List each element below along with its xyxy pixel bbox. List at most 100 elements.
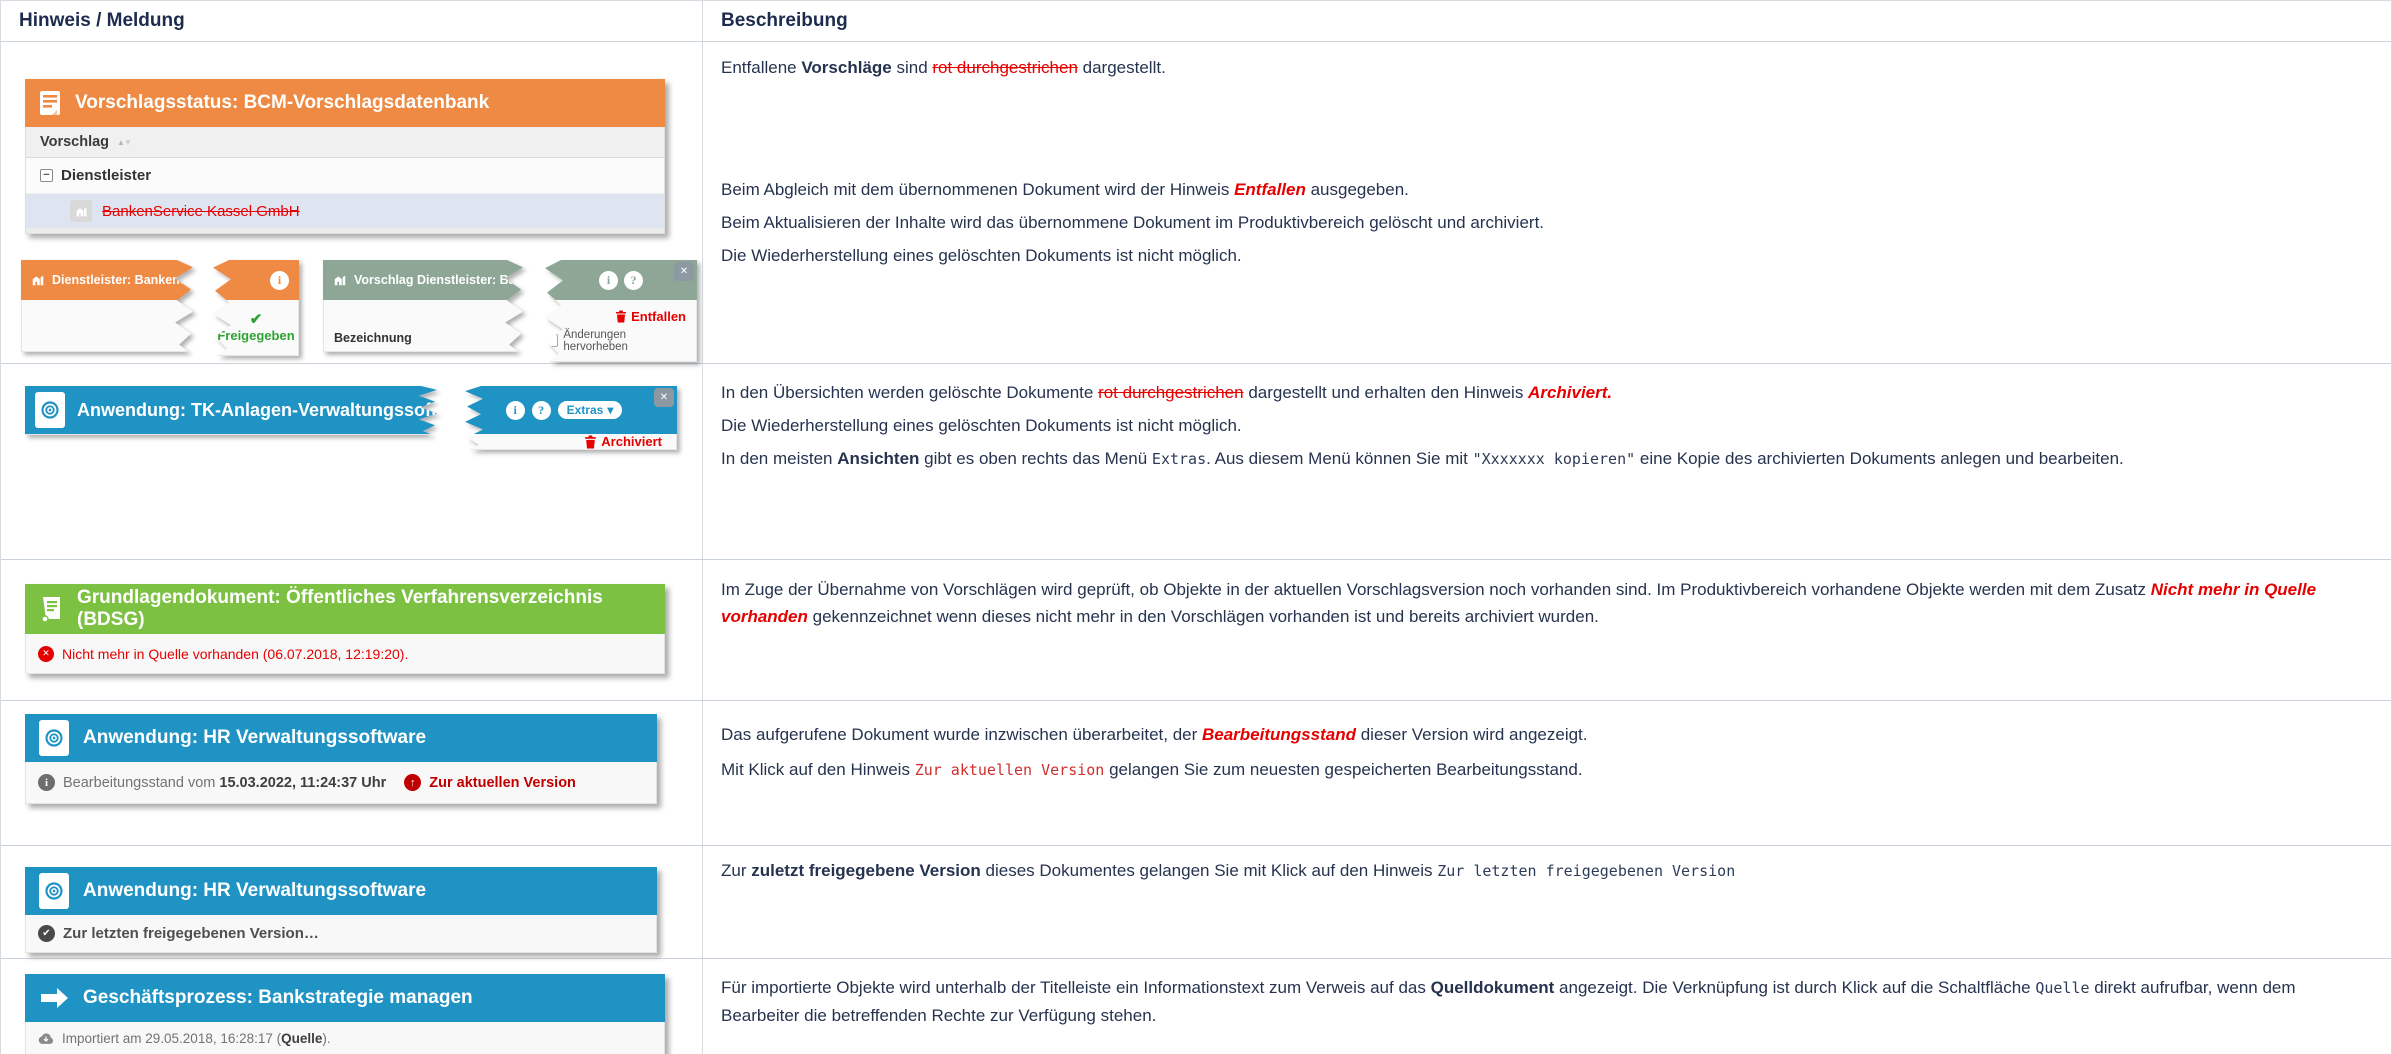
description-paragraph: Zur zuletzt freigegebene Version dieses … [721,861,1736,880]
description-paragraph: Beim Abgleich mit dem übernommenen Dokum… [721,180,1409,199]
grundlagendokument-panel: Grundlagendokument: Öffentliches Verfahr… [25,584,665,674]
check-icon: ✔ [249,311,263,328]
description-paragraph: Im Zuge der Übernahme von Vorschlägen wi… [721,580,2317,626]
process-arrow-icon [39,987,69,1009]
card-body: Entfallen Änderungen hervorheben [545,300,697,362]
tree-item-label: BankenService Kassel GmbH [102,202,300,220]
info-icon[interactable]: i [599,270,618,290]
hinweis-cell: Anwendung: HR Verwaltungssoftware ✔ Zur … [1,846,703,958]
column-header-beschreibung: Beschreibung [721,10,848,31]
info-icon[interactable]: i [270,270,289,290]
beschreibung-cell: Für importierte Objekte wird unterhalb d… [703,959,2391,1054]
service-provider-icon [333,273,347,287]
hinweis-cell: Anwendung: TK-Anlagen-Verwaltungssoftwar… [1,364,703,559]
panel-title: Grundlagendokument: Öffentliches Verfahr… [77,587,603,630]
card-titlebar: Vorschlag Dienstleister: BankenS [323,260,523,300]
description-paragraph: Das aufgerufene Dokument wurde inzwische… [721,725,1588,744]
panel-statusbar: i Bearbeitungsstand vom 15.03.2022, 11:2… [25,762,657,804]
checkbox-icon[interactable] [546,334,559,347]
entfallen-status: Entfallen [615,309,686,324]
checkbox-label: Änderungen hervorheben [563,328,628,353]
collapse-icon[interactable]: − [40,169,53,182]
proposal-tree: Vorschlag ▲▼ − Dienstleister BankenServi… [25,127,665,234]
archived-document-cards: Anwendung: TK-Anlagen-Verwaltungssoftwar… [25,386,702,450]
scroll-document-icon [39,595,63,623]
panel-titlebar: Vorschlagsstatus: BCM-Vorschlagsdatenban… [25,79,665,127]
anwendung-card-left: Anwendung: TK-Anlagen-Verwaltungssoftwar… [25,386,437,435]
application-icon [39,873,69,909]
description-paragraph: Die Wiederherstellung eines gelöschten D… [721,246,1242,265]
anwendung-card-right: ✕ i ? Extras ▾ Archiviert [465,386,677,450]
card-body: Archiviert [465,434,677,450]
archiviert-status: Archiviert [584,434,662,449]
table-row: Anwendung: HR Verwaltungssoftware i Bear… [1,701,2391,846]
table-row: Geschäftsprozess: Bankstrategie managen … [1,959,2391,1054]
card-title: Vorschlag Dienstleister: BankenS [354,273,523,287]
hinweis-cell: Grundlagendokument: Öffentliches Verfahr… [1,560,703,700]
description-paragraph: In den meisten Ansichten gibt es oben re… [721,449,2124,468]
highlight-changes-option[interactable]: Änderungen hervorheben [546,329,686,353]
close-icon[interactable]: ✕ [674,262,694,281]
document-icon [39,90,61,116]
hr-software-panel: Anwendung: HR Verwaltungssoftware i Bear… [25,714,657,804]
proposal-status-panel: Vorschlagsstatus: BCM-Vorschlagsdatenban… [25,79,665,234]
dienstleister-card-left: Dienstleister: BankenServic [21,260,193,352]
panel-title: Anwendung: HR Verwaltungssoftware [83,727,427,748]
last-released-version-link[interactable]: Zur letzten freigegebenen Version… [63,925,319,942]
tree-item-bankenservice[interactable]: BankenService Kassel GmbH [26,194,664,228]
help-icon[interactable]: ? [531,400,551,420]
panel-statusbar: Importiert am 29.05.2018, 16:28:17 (Quel… [25,1022,665,1054]
tree-column-header[interactable]: Vorschlag ▲▼ [26,127,664,158]
tree-group-dienstleister[interactable]: − Dienstleister [26,158,664,194]
field-label: Bezeichnung [323,300,523,352]
description-paragraph: Für importierte Objekte wird unterhalb d… [721,978,2296,1025]
column-header-hinweis: Hinweis / Meldung [1,1,703,41]
panel-statusbar: ✔ Zur letzten freigegebenen Version… [25,915,657,953]
status-label: Freigegeben [217,328,295,343]
service-provider-icon [31,273,45,287]
beschreibung-cell: In den Übersichten werden gelöschte Doku… [703,364,2391,559]
info-icon[interactable]: i [505,400,525,420]
info-icon: i [38,774,55,791]
panel-title: Anwendung: HR Verwaltungssoftware [83,880,427,901]
card-title: Dienstleister: BankenServic [52,273,189,287]
card-title: Anwendung: TK-Anlagen-Verwaltungssoftwar… [77,399,437,420]
vorschlag-card-left: Vorschlag Dienstleister: BankenS Bezeich… [323,260,523,352]
tree-group-label: Dienstleister [61,167,152,184]
sort-icons[interactable]: ▲▼ [117,137,132,147]
panel-titlebar: Anwendung: HR Verwaltungssoftware [25,714,657,762]
close-icon[interactable]: ✕ [654,388,674,407]
hinweis-cell: Vorschlagsstatus: BCM-Vorschlagsdatenban… [1,42,703,363]
sort-down-icon: ▼ [123,137,132,147]
table-row: Vorschlagsstatus: BCM-Vorschlagsdatenban… [1,42,2391,364]
documentation-table: Hinweis / Meldung Beschreibung Vorschlag… [0,0,2392,1054]
vorschlag-card-right: ✕ i ? Entfallen Änderungen hervorheben [545,260,697,362]
card-titlebar: i [213,260,299,300]
current-version-link[interactable]: Zur aktuellen Version [429,775,576,791]
import-text: Importiert am 29.05.2018, 16:28:17 (Quel… [62,1031,331,1046]
card-titlebar: i ? Extras ▾ [465,386,677,434]
trash-icon [585,435,597,448]
beschreibung-cell: Im Zuge der Übernahme von Vorschlägen wi… [703,560,2391,700]
card-titlebar: Anwendung: TK-Anlagen-Verwaltungssoftwar… [25,386,437,434]
tree-partial-row [26,228,664,233]
table-row: Anwendung: HR Verwaltungssoftware ✔ Zur … [1,846,2391,959]
help-icon[interactable]: ? [624,270,643,290]
table-header-row: Hinweis / Meldung Beschreibung [1,1,2391,42]
hinweis-cell: Geschäftsprozess: Bankstrategie managen … [1,959,703,1054]
description-paragraph: In den Übersichten werden gelöschte Doku… [721,383,1613,402]
status-text: Nicht mehr in Quelle vorhanden (06.07.20… [62,645,409,662]
description-paragraph: Beim Aktualisieren der Inhalte wird das … [721,213,1545,232]
sort-up-icon: ▲ [117,137,125,147]
import-cloud-icon [38,1032,54,1045]
card-status: ✔ Freigegeben [213,300,299,356]
panel-titlebar: Anwendung: HR Verwaltungssoftware [25,867,657,915]
trash-icon [616,310,627,322]
geschaeftsprozess-panel: Geschäftsprozess: Bankstrategie managen … [25,974,665,1054]
service-provider-icon [70,200,92,222]
beschreibung-cell: Zur zuletzt freigegebene Version dieses … [703,846,2391,958]
comparison-cards: Dienstleister: BankenServic i ✔ Freigege… [21,260,702,362]
description-paragraph: Mit Klick auf den Hinweis Zur aktuellen … [721,760,1583,779]
panel-titlebar: Geschäftsprozess: Bankstrategie managen [25,974,665,1022]
extras-menu-button[interactable]: Extras ▾ [557,401,623,419]
